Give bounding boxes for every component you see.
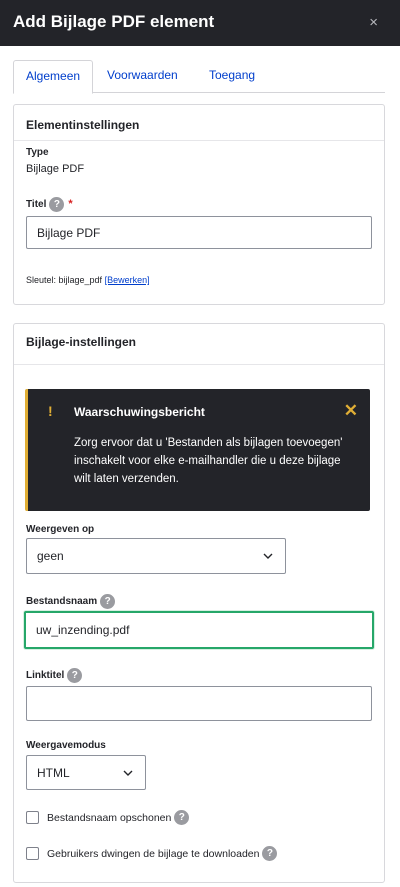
dialog-titlebar: Add Bijlage PDF element ×: [0, 0, 400, 46]
help-icon[interactable]: ?: [262, 846, 278, 861]
display-on-value: geen: [37, 549, 64, 563]
close-icon[interactable]: ×: [369, 15, 378, 30]
chevron-down-icon: [263, 553, 273, 559]
display-on-select[interactable]: geen: [26, 538, 286, 574]
title-label: Titel: [26, 199, 47, 211]
warning-message: ! Waarschuwingsbericht ✕ Zorg ervoor dat…: [25, 389, 370, 511]
attachment-settings-heading: Bijlage-instellingen: [26, 335, 137, 349]
warning-body: Zorg ervoor dat u 'Bestanden als bijlage…: [74, 437, 343, 485]
element-settings-panel: Elementinstellingen Type Bijlage PDF Tit…: [13, 104, 385, 305]
edit-key-link[interactable]: [Bewerken]: [105, 275, 150, 285]
chevron-down-icon: [123, 770, 133, 776]
dialog-title: Add Bijlage PDF element: [13, 12, 215, 31]
dismiss-warning-icon[interactable]: ✕: [344, 402, 358, 419]
link-title-label: Linktitel: [26, 670, 65, 682]
force-download-checkbox[interactable]: [26, 847, 39, 860]
warning-icon: !: [48, 403, 53, 419]
help-icon[interactable]: ?: [49, 197, 65, 212]
sanitize-filename-checkbox[interactable]: [26, 811, 39, 824]
title-input-value: Bijlage PDF: [37, 225, 101, 240]
type-label: Type: [26, 147, 49, 158]
element-settings-heading: Elementinstellingen: [26, 118, 140, 132]
filename-label: Bestandsnaam: [26, 596, 98, 608]
tab-toegang[interactable]: Toegang: [197, 60, 267, 93]
help-icon[interactable]: ?: [174, 810, 190, 825]
tab-bar: Algemeen Voorwaarden Toegang: [13, 60, 385, 94]
help-icon[interactable]: ?: [100, 594, 116, 609]
type-value: Bijlage PDF: [26, 163, 85, 175]
title-label-row: Titel? *: [26, 197, 73, 212]
tab-algemeen[interactable]: Algemeen: [13, 60, 94, 94]
display-mode-value: HTML: [37, 765, 70, 780]
force-download-checkbox-row[interactable]: Gebruikers dwingen de bijlage te downloa…: [26, 846, 278, 861]
sanitize-filename-checkbox-row[interactable]: Bestandsnaam opschonen?: [26, 810, 190, 825]
tab-voorwaarden[interactable]: Voorwaarden: [95, 60, 190, 93]
display-mode-label: Weergavemodus: [26, 740, 106, 751]
link-title-label-row: Linktitel?: [26, 668, 83, 683]
link-title-input[interactable]: [26, 686, 372, 721]
sanitize-filename-label: Bestandsnaam opschonen: [47, 811, 172, 824]
force-download-label: Gebruikers dwingen de bijlage te downloa…: [47, 847, 260, 860]
required-marker: *: [68, 198, 73, 211]
help-icon[interactable]: ?: [67, 668, 83, 683]
filename-input-value: uw_inzending.pdf: [36, 623, 130, 637]
machine-key: Sleutel: bijlage_pdf [Bewerken]: [26, 275, 150, 285]
display-mode-select[interactable]: HTML: [26, 755, 146, 790]
machine-key-text: Sleutel: bijlage_pdf: [26, 275, 103, 285]
title-input[interactable]: Bijlage PDF: [26, 216, 372, 249]
filename-input[interactable]: uw_inzending.pdf: [24, 611, 374, 649]
display-on-label: Weergeven op: [26, 524, 95, 535]
panel-divider: [14, 140, 384, 141]
filename-label-row: Bestandsnaam?: [26, 594, 116, 609]
warning-title: Waarschuwingsbericht: [74, 405, 205, 419]
panel-divider: [14, 364, 384, 365]
